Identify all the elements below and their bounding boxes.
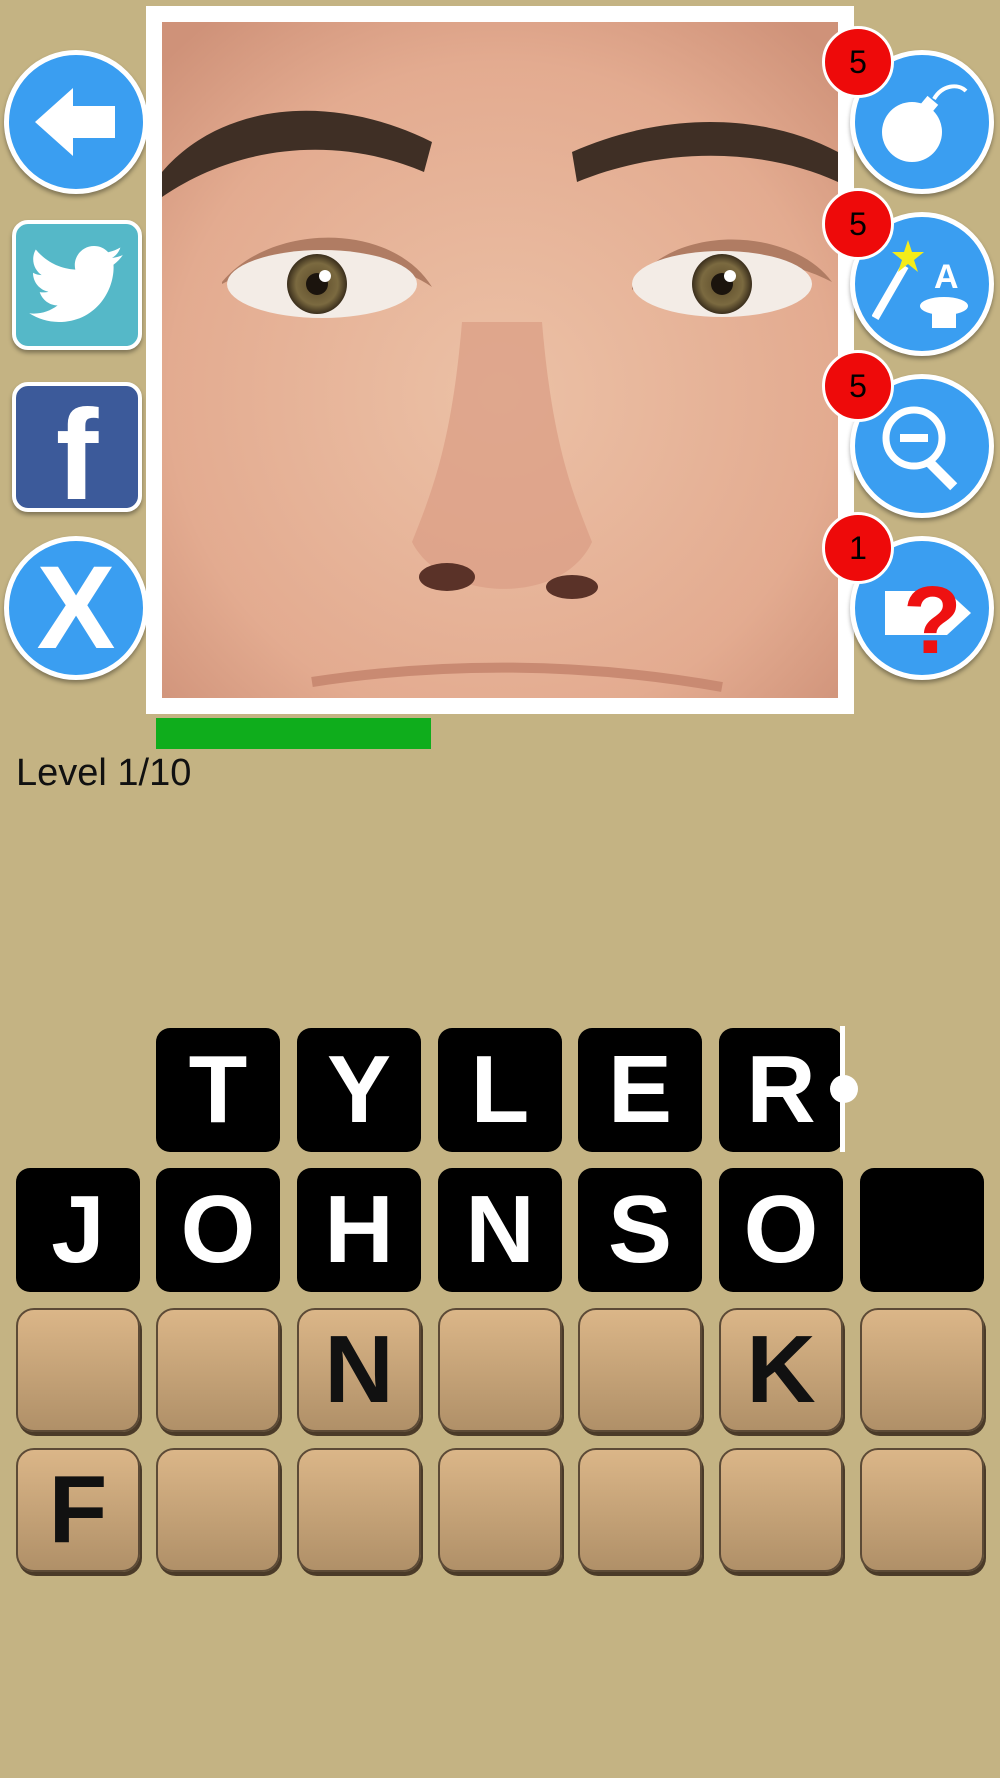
svg-text:A: A <box>934 258 959 296</box>
letter-tile[interactable]: N <box>297 1308 421 1432</box>
close-button[interactable]: X <box>4 536 148 680</box>
answer-slot[interactable]: R <box>719 1028 843 1152</box>
bomb-icon <box>882 84 968 162</box>
magic-wand-hat-icon: A <box>872 240 968 328</box>
level-progress-bar <box>156 718 431 749</box>
letter-tile[interactable] <box>16 1308 140 1432</box>
cursor-handle[interactable] <box>830 1075 858 1103</box>
letter-tile[interactable] <box>860 1448 984 1572</box>
answer-slot[interactable]: L <box>438 1028 562 1152</box>
answer-slot[interactable]: T <box>156 1028 280 1152</box>
back-arrow-icon <box>35 88 115 156</box>
magic-letter-hint-count: 5 <box>822 188 894 260</box>
letter-tile[interactable] <box>438 1448 562 1572</box>
answer-slot[interactable]: N <box>438 1168 562 1292</box>
facebook-icon: f <box>55 384 99 512</box>
letter-tile[interactable] <box>578 1308 702 1432</box>
close-icon: X <box>36 542 116 674</box>
answer-slot[interactable]: O <box>156 1168 280 1292</box>
letter-tile[interactable]: K <box>719 1308 843 1432</box>
answer-slot[interactable] <box>860 1168 984 1292</box>
letter-tile[interactable] <box>297 1448 421 1572</box>
svg-text:?: ? <box>903 567 962 663</box>
letter-tile[interactable] <box>156 1308 280 1432</box>
answer-slot[interactable]: H <box>297 1168 421 1292</box>
facebook-button[interactable]: f <box>12 382 142 512</box>
zoom-out-hint-count: 5 <box>822 350 894 422</box>
zoom-out-icon <box>882 406 958 491</box>
celebrity-photo <box>146 6 854 714</box>
twitter-bird-icon <box>29 246 124 322</box>
bomb-hint-count: 5 <box>822 26 894 98</box>
letter-tile[interactable] <box>860 1308 984 1432</box>
answer-slot[interactable]: E <box>578 1028 702 1152</box>
answer-slot[interactable]: Y <box>297 1028 421 1152</box>
back-button[interactable] <box>4 50 148 194</box>
letter-tile[interactable] <box>578 1448 702 1572</box>
letter-tile[interactable] <box>719 1448 843 1572</box>
skip-hint-count: 1 <box>822 512 894 584</box>
letter-tile[interactable] <box>156 1448 280 1572</box>
twitter-button[interactable] <box>12 220 142 350</box>
letter-tile[interactable] <box>438 1308 562 1432</box>
letter-tile[interactable]: F <box>16 1448 140 1572</box>
face-photo <box>162 22 838 698</box>
answer-slot[interactable]: J <box>16 1168 140 1292</box>
level-label: Level 1/10 <box>16 752 192 794</box>
answer-slot[interactable]: S <box>578 1168 702 1292</box>
answer-slot[interactable]: O <box>719 1168 843 1292</box>
